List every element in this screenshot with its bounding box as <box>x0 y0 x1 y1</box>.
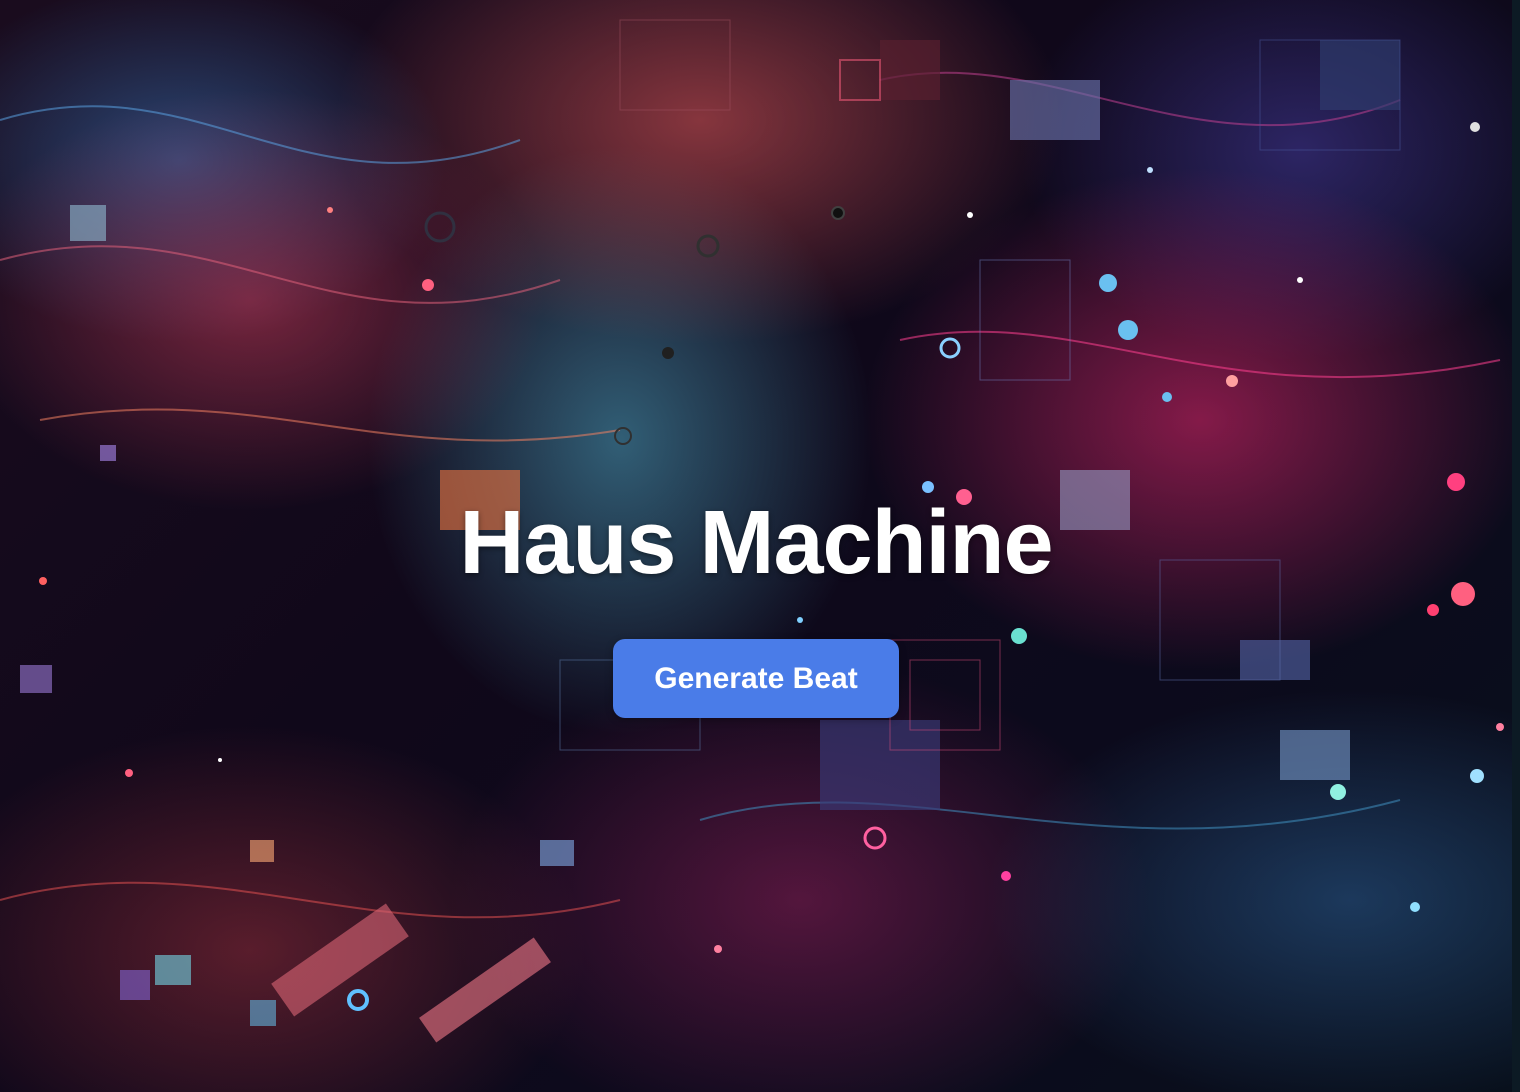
hero-section: Haus Machine Generate Beat <box>0 0 1520 1092</box>
page: Haus Machine Generate Beat <box>0 0 1520 1092</box>
generate-beat-button[interactable]: Generate Beat <box>613 639 899 718</box>
page-title: Haus Machine <box>459 493 1053 593</box>
